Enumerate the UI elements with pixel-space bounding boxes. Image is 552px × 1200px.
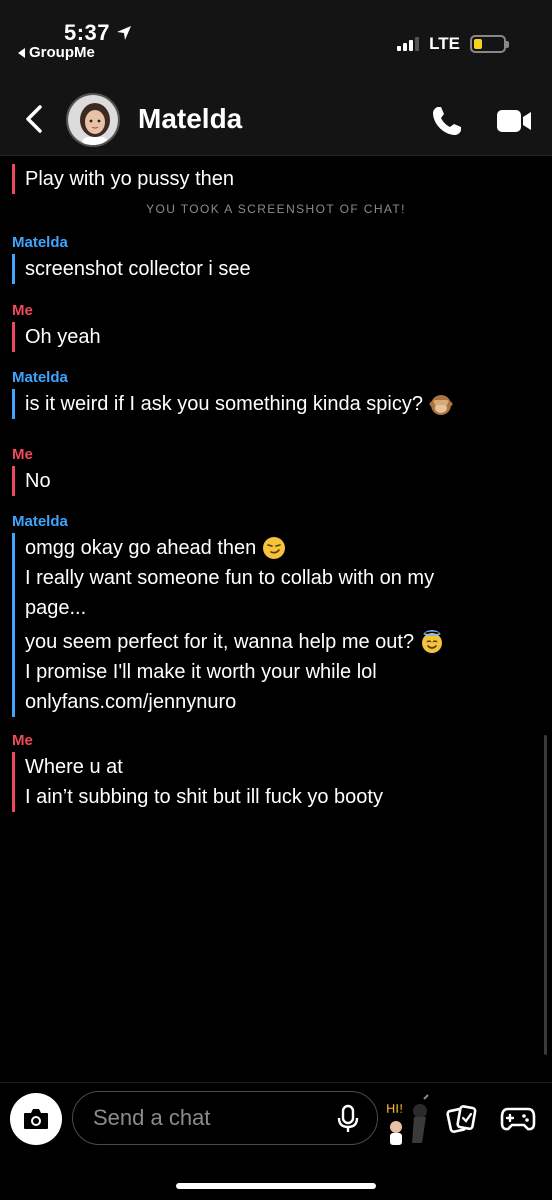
- bitmoji-sticker-icon: HI!: [386, 1094, 429, 1145]
- message-group: Matelda omgg okay go ahead then I really…: [12, 513, 542, 717]
- back-app-label: GroupMe: [29, 44, 95, 61]
- sender-name: Matelda: [12, 234, 68, 251]
- status-time: 5:37: [64, 20, 132, 46]
- sender-name: Me: [12, 732, 33, 749]
- message-bubble[interactable]: omgg okay go ahead then I really want so…: [12, 533, 542, 717]
- bitmoji-button[interactable]: HI!: [382, 1093, 434, 1145]
- signal-icon: [397, 37, 420, 51]
- message-line: screenshot collector i see: [25, 258, 251, 280]
- message-line: you seem perfect for it, wanna help me o…: [25, 627, 542, 657]
- chevron-left-icon[interactable]: [22, 104, 48, 134]
- screenshot-notice: YOU TOOK A SCREENSHOT OF CHAT!: [146, 202, 406, 216]
- cards-icon[interactable]: [446, 1103, 478, 1135]
- message-group: Play with yo pussy then: [12, 164, 542, 194]
- location-arrow-icon: [117, 26, 132, 40]
- message-bubble[interactable]: Play with yo pussy then: [12, 164, 542, 194]
- message-line: Where u at: [25, 756, 123, 778]
- bitmoji-avatar-icon: [68, 95, 118, 145]
- contact-name[interactable]: Matelda: [138, 103, 242, 135]
- message-link[interactable]: onlyfans.com/jennynuro: [25, 687, 542, 717]
- chat-input-field[interactable]: [72, 1091, 378, 1145]
- sender-name: Me: [12, 302, 33, 319]
- message-text: is it weird if I ask you something kinda…: [25, 393, 423, 415]
- message-group: Matelda is it weird if I ask you somethi…: [12, 369, 542, 419]
- message-group: Matelda screenshot collector i see: [12, 234, 542, 284]
- smiling-face-with-halo-icon: [422, 630, 443, 653]
- message-group: Me Oh yeah: [12, 302, 542, 352]
- phone-icon[interactable]: [430, 104, 464, 138]
- microphone-icon[interactable]: [335, 1104, 361, 1134]
- scrollbar[interactable]: [544, 735, 547, 1055]
- message-bubble[interactable]: No: [12, 466, 542, 496]
- message-line: omgg okay go ahead then: [25, 533, 542, 563]
- message-line: is it weird if I ask you something kinda…: [25, 389, 542, 419]
- message-bubble[interactable]: Where u at I ain’t subbing to shit but i…: [12, 752, 542, 812]
- sender-name: Matelda: [12, 369, 68, 386]
- message-bubble[interactable]: screenshot collector i see: [12, 254, 542, 284]
- status-time-text: 5:37: [64, 20, 111, 45]
- message-line: No: [25, 470, 51, 492]
- chat-header: 5:37 GroupMe LTE Matelda: [0, 0, 552, 156]
- network-type: LTE: [429, 34, 460, 53]
- status-indicators: LTE: [397, 34, 509, 54]
- message-line: Play with yo pussy then: [25, 168, 234, 190]
- battery-icon: [470, 35, 509, 53]
- message-bubble[interactable]: is it weird if I ask you something kinda…: [12, 389, 542, 419]
- back-triangle-icon: [18, 47, 25, 58]
- back-to-app-link[interactable]: GroupMe: [18, 44, 95, 61]
- video-camera-icon[interactable]: [496, 107, 532, 135]
- message-line: I promise I'll make it worth your while …: [25, 661, 377, 683]
- see-no-evil-monkey-icon: [429, 395, 453, 415]
- message-line: I really want someone fun to collab with…: [25, 567, 435, 589]
- camera-button[interactable]: [10, 1093, 62, 1145]
- avatar[interactable]: [66, 93, 120, 147]
- message-line: I ain’t subbing to shit but ill fuck yo …: [25, 786, 383, 808]
- battery-fill: [474, 39, 483, 49]
- message-group: Me Where u at I ain’t subbing to shit bu…: [12, 732, 542, 812]
- message-text: you seem perfect for it, wanna help me o…: [25, 631, 415, 653]
- chat-input[interactable]: [93, 1105, 323, 1131]
- home-indicator[interactable]: [176, 1183, 376, 1189]
- gamepad-icon[interactable]: [500, 1105, 536, 1133]
- bitmoji-hi-text: HI!: [386, 1101, 403, 1116]
- message-bubble[interactable]: Oh yeah: [12, 322, 542, 352]
- smirking-face-icon: [263, 537, 286, 559]
- composer-bar: HI!: [0, 1082, 552, 1200]
- message-line: Oh yeah: [25, 326, 101, 348]
- message-line: page...: [25, 597, 87, 619]
- sender-name: Me: [12, 446, 33, 463]
- sender-name: Matelda: [12, 513, 68, 530]
- message-text: omgg okay go ahead then: [25, 537, 257, 559]
- camera-icon: [24, 1109, 48, 1129]
- message-group: Me No: [12, 446, 542, 496]
